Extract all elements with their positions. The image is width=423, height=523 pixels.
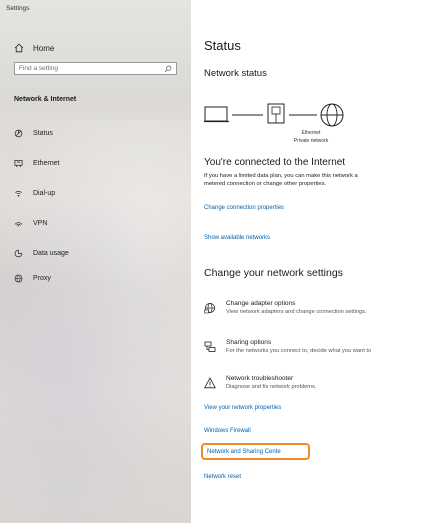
setting-title: Network troubleshooter (226, 375, 294, 382)
adapter-icon (204, 303, 215, 314)
highlight-box (201, 443, 310, 460)
network-diagram: Ethernet Private network (204, 101, 423, 151)
setting-title: Change adapter options (226, 300, 296, 307)
connected-desc-line-1: If you have a limited data plan, you can… (204, 173, 358, 179)
sidebar-item-label: VPN (33, 219, 48, 227)
globe-icon (14, 274, 23, 282)
home-label: Home (33, 43, 55, 53)
sharing-options[interactable]: Sharing options For the networks you con… (204, 339, 423, 361)
connected-desc-line-2: metered connection or change other prope… (204, 181, 327, 187)
network-status-heading: Network status (204, 68, 267, 79)
network-troubleshooter[interactable]: Network troubleshooter Diagnose and fix … (204, 375, 423, 397)
dialup-icon (15, 190, 22, 197)
ethernet-plug-icon (267, 103, 285, 124)
search-input[interactable] (15, 65, 159, 72)
vpn-icon (14, 221, 23, 226)
network-reset-link[interactable]: Network reset (204, 474, 241, 480)
internet-globe-icon (320, 103, 344, 127)
settings-window: Settings Home Network & Internet Status (0, 0, 423, 523)
main-content: Status Network status Ethernet Private n… (191, 0, 423, 523)
connected-heading: You're connected to the Internet (204, 157, 346, 168)
sidebar-item-status[interactable]: Status (14, 126, 53, 140)
sidebar-item-label: Status (33, 129, 53, 137)
status-icon (14, 129, 23, 137)
connection-name: Ethernet (301, 130, 321, 136)
search-box[interactable] (14, 62, 177, 75)
change-settings-heading: Change your network settings (204, 267, 343, 279)
sidebar: Settings Home Network & Internet Status (0, 0, 191, 523)
sidebar-item-home[interactable]: Home (14, 41, 54, 55)
sidebar-item-dialup[interactable]: Dial-up (14, 186, 55, 200)
sidebar-item-data-usage[interactable]: Data usage (14, 246, 69, 260)
network-type: Private network (293, 138, 329, 144)
change-adapter-options[interactable]: Change adapter options View network adap… (204, 300, 423, 322)
home-icon (14, 43, 24, 53)
ethernet-icon (14, 159, 23, 167)
view-network-properties-link[interactable]: View your network properties (204, 405, 281, 411)
show-available-networks-link[interactable]: Show available networks (204, 235, 270, 241)
section-title: Network & Internet (14, 96, 77, 103)
app-title: Settings (6, 5, 30, 12)
sidebar-item-label: Dial-up (33, 189, 56, 197)
windows-firewall-link[interactable]: Windows Firewall (204, 428, 251, 434)
setting-desc: For the networks you connect to, decide … (226, 348, 372, 354)
setting-title: Sharing options (226, 339, 272, 346)
search-icon[interactable] (164, 65, 172, 73)
sidebar-item-label: Proxy (33, 274, 51, 282)
sidebar-item-label: Data usage (33, 249, 69, 257)
laptop-icon (204, 106, 229, 123)
sidebar-item-label: Ethernet (33, 159, 60, 167)
page-title: Status (204, 38, 241, 53)
warning-icon (204, 377, 216, 389)
data-usage-icon (14, 249, 23, 257)
setting-desc: View network adapters and change connect… (226, 309, 367, 315)
sidebar-item-vpn[interactable]: VPN (14, 216, 47, 230)
sidebar-item-proxy[interactable]: Proxy (14, 271, 51, 285)
change-connection-properties-link[interactable]: Change connection properties (204, 205, 284, 211)
setting-desc: Diagnose and fix network problems. (226, 384, 317, 390)
sharing-icon (204, 341, 216, 352)
sidebar-item-ethernet[interactable]: Ethernet (14, 156, 59, 170)
